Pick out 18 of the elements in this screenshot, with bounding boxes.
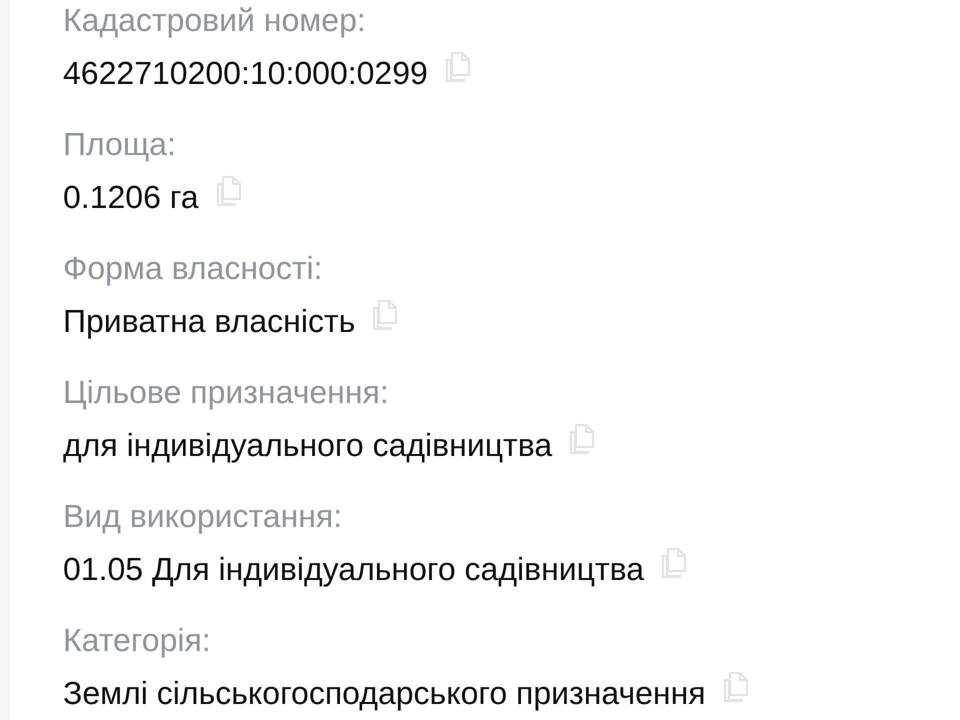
- copy-icon[interactable]: [724, 672, 748, 702]
- field-label: Категорія:: [63, 621, 211, 660]
- field-label: Цільове призначення:: [63, 373, 389, 412]
- field-label: Вид використання:: [63, 497, 342, 536]
- field-value: Приватна власність: [63, 302, 356, 341]
- field-label: Площа:: [63, 125, 176, 164]
- field-value: для індивідуального садівництва: [63, 426, 552, 465]
- field-value: Землі сільськогосподарського призначення: [63, 674, 706, 713]
- field-value: 4622710200:10:000:0299: [63, 54, 428, 93]
- copy-icon[interactable]: [373, 300, 398, 330]
- copy-icon[interactable]: [570, 424, 594, 454]
- copy-icon[interactable]: [216, 176, 241, 206]
- field-value: 01.05 Для індивідуального садівництва: [63, 550, 644, 589]
- copy-icon[interactable]: [662, 548, 686, 578]
- field-label: Кадастровий номер:: [63, 1, 366, 40]
- field-label: Форма власності:: [63, 249, 322, 288]
- copy-icon[interactable]: [446, 52, 470, 82]
- field-value: 0.1206 га: [63, 178, 199, 217]
